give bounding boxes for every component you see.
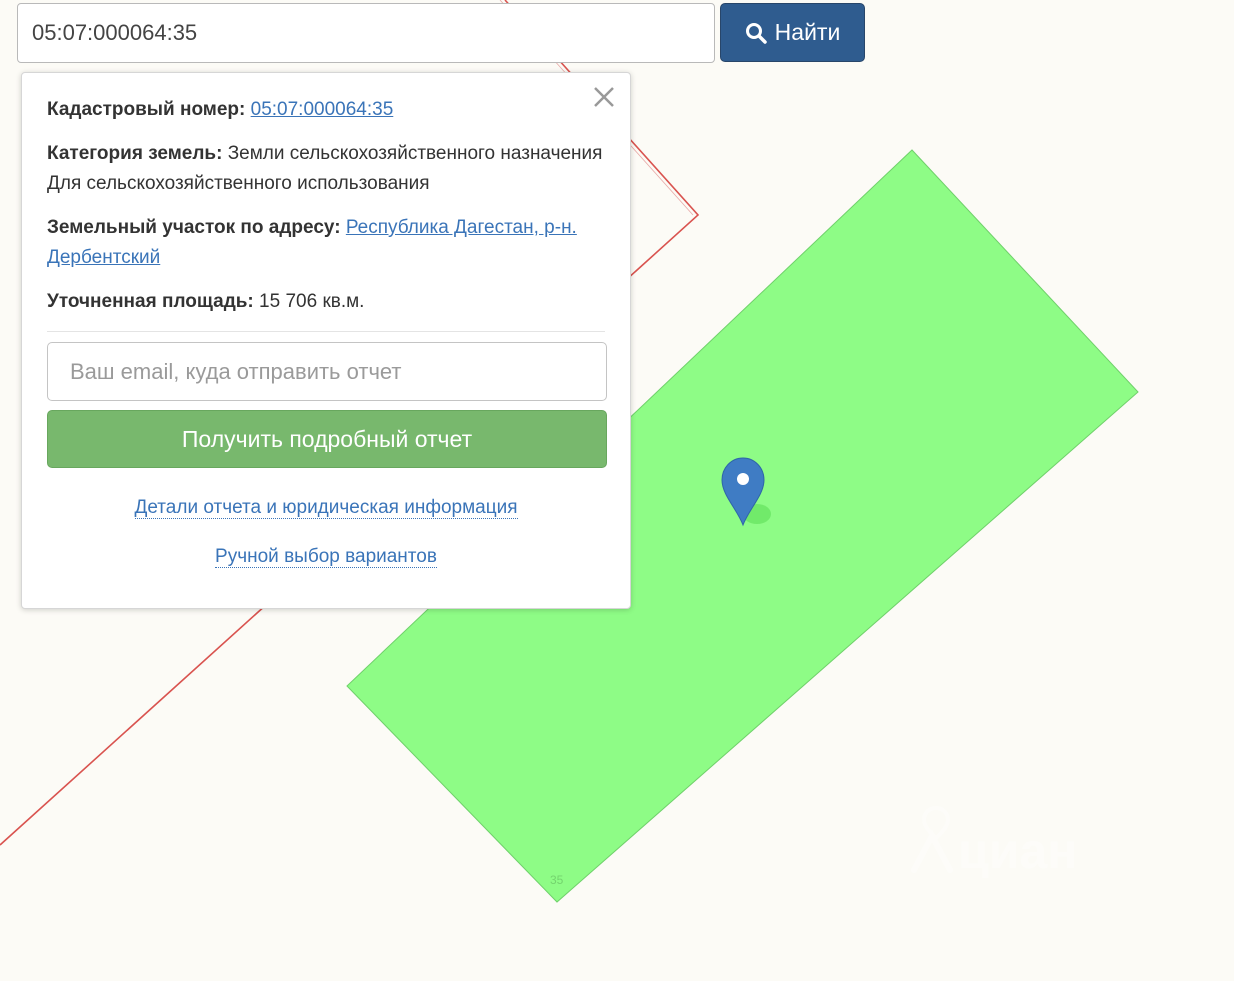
cadastral-number-label: Кадастровый номер: (47, 99, 246, 120)
get-report-button[interactable]: Получить подробный отчет (47, 410, 607, 468)
report-details-link[interactable]: Детали отчета и юридическая информация (47, 493, 605, 523)
cadastral-number-row: Кадастровый номер: 05:07:000064:35 (47, 95, 605, 125)
land-usage-value: Для сельскохозяйственного использования (47, 173, 430, 194)
divider (47, 331, 605, 332)
land-category-label: Категория земель: (47, 143, 223, 164)
email-field[interactable] (47, 342, 607, 401)
manual-selection-link[interactable]: Ручной выбор вариантов (47, 542, 605, 572)
cadastral-search-input[interactable] (17, 3, 715, 63)
parcel-number-label: 35 (550, 873, 564, 887)
cian-watermark: циан (911, 805, 1077, 879)
address-label: Земельный участок по адресу: (47, 217, 341, 238)
watermark-text: циан (958, 823, 1077, 879)
cadastral-number-link[interactable]: 05:07:000064:35 (251, 99, 394, 120)
land-category-row: Категория земель: Земли сельскохозяйстве… (47, 139, 605, 199)
search-button[interactable]: Найти (720, 3, 865, 62)
search-button-label: Найти (774, 19, 841, 45)
close-icon[interactable] (592, 85, 616, 109)
address-row: Земельный участок по адресу: Республика … (47, 213, 605, 273)
land-category-value: Земли сельскохозяйственного назначения (227, 143, 603, 164)
area-label: Уточненная площадь: (47, 291, 254, 312)
area-value: 15 706 кв.м. (259, 291, 365, 312)
area-row: Уточненная площадь: 15 706 кв.м. (47, 287, 605, 317)
search-icon (745, 22, 767, 44)
manual-selection-link-text[interactable]: Ручной выбор вариантов (215, 546, 437, 568)
report-details-link-text[interactable]: Детали отчета и юридическая информация (134, 497, 518, 519)
parcel-info-popup: Кадастровый номер: 05:07:000064:35 Катег… (21, 72, 631, 609)
